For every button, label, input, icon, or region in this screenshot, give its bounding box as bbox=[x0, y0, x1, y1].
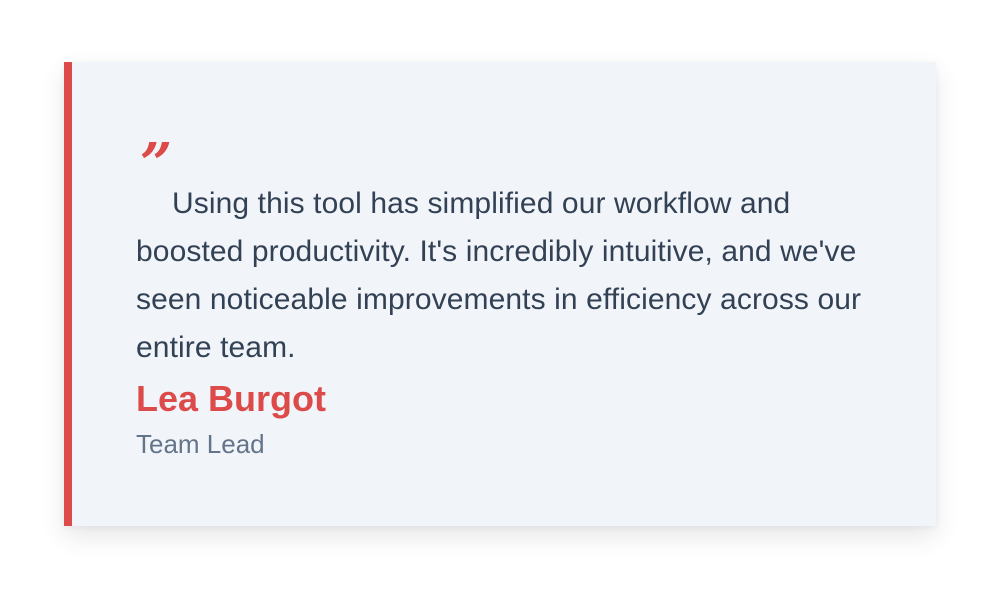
testimonial-card: ” Using this tool has simplified our wor… bbox=[64, 62, 936, 526]
quote-mark-icon: ” bbox=[140, 131, 173, 197]
author-name: Lea Burgot bbox=[136, 378, 327, 419]
testimonial-content: ” Using this tool has simplified our wor… bbox=[136, 132, 876, 464]
testimonial-quote: Using this tool has simplified our workf… bbox=[136, 187, 862, 364]
author-role: Team Lead bbox=[136, 429, 265, 459]
